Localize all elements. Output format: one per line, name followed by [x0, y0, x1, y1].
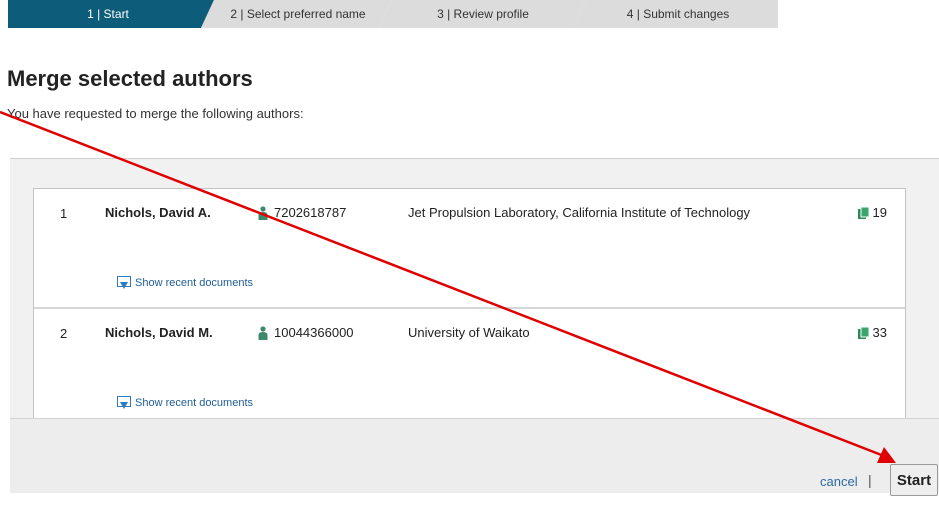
intro-text: You have requested to merge the followin… [7, 106, 304, 121]
author-list: 1 Nichols, David A. 7202618787 Jet Propu… [33, 188, 906, 420]
author-name[interactable]: Nichols, David A. [105, 205, 211, 220]
show-recent-documents-link[interactable]: Show recent documents [117, 276, 253, 290]
download-box-icon [117, 396, 131, 409]
documents-icon [857, 326, 870, 339]
step-start: 1 | Start [8, 0, 208, 35]
download-box-icon [117, 276, 131, 289]
show-recent-documents-label: Show recent documents [135, 277, 254, 289]
author-row: 2 Nichols, David M. 10044366000 Universi… [34, 307, 905, 424]
document-count-text: 33 [872, 325, 887, 340]
step-submit-changes: 4 | Submit changes [578, 0, 778, 35]
show-recent-documents-link[interactable]: Show recent documents [117, 396, 253, 410]
author-id-text: 10044366000 [274, 325, 354, 340]
author-id-text: 7202618787 [274, 205, 347, 220]
step-submit-changes-label: 4 | Submit changes [626, 7, 730, 21]
author-id[interactable]: 7202618787 [258, 205, 346, 220]
author-row: 1 Nichols, David A. 7202618787 Jet Propu… [34, 189, 905, 304]
author-affiliation: University of Waikato [408, 325, 530, 340]
step-select-preferred-name-label: 2 | Select preferred name [230, 7, 366, 21]
author-number: 1 [60, 206, 68, 221]
author-id[interactable]: 10044366000 [258, 325, 354, 340]
step-review-profile-label: 3 | Review profile [437, 7, 529, 21]
document-count-text: 19 [872, 205, 887, 220]
cancel-link[interactable]: cancel [820, 474, 858, 489]
author-number: 2 [60, 326, 68, 341]
step-select-preferred-name: 2 | Select preferred name [208, 0, 388, 35]
step-review-profile: 3 | Review profile [388, 0, 578, 35]
page-title: Merge selected authors [7, 66, 253, 91]
document-count[interactable]: 19 [857, 205, 887, 220]
documents-icon [857, 206, 870, 219]
action-separator: | [868, 472, 872, 488]
show-recent-documents-label: Show recent documents [135, 397, 254, 409]
person-icon [258, 325, 268, 340]
start-button[interactable]: Start [890, 464, 938, 496]
action-footer [10, 418, 939, 493]
author-name[interactable]: Nichols, David M. [105, 325, 213, 340]
author-affiliation: Jet Propulsion Laboratory, California In… [408, 205, 751, 220]
step-start-label: 1 | Start [87, 7, 129, 21]
person-icon [258, 205, 268, 220]
document-count[interactable]: 33 [857, 325, 887, 340]
progress-steps: 1 | Start 2 | Select preferred name 3 | … [8, 0, 778, 35]
